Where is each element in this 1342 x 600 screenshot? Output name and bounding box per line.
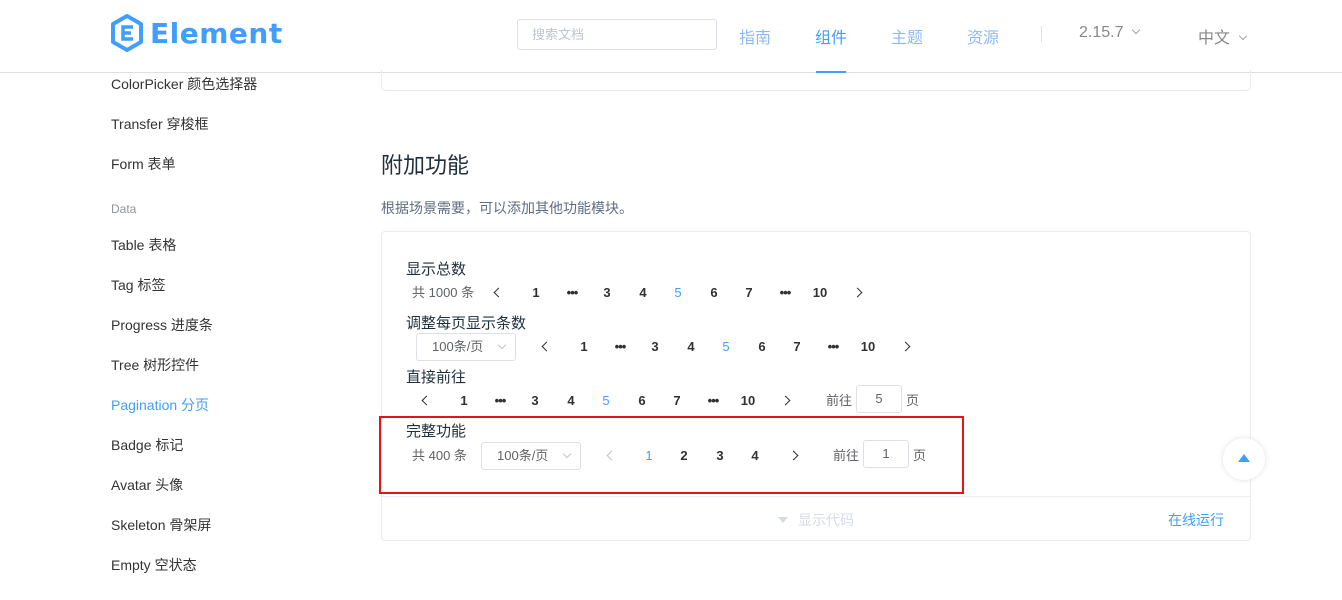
page-number[interactable]: 7 [734, 279, 764, 307]
page-number[interactable]: 1 [569, 333, 599, 361]
page-number-current[interactable]: 5 [663, 279, 693, 307]
demo-title-jumper: 直接前往 [406, 369, 467, 386]
chevron-down-icon [497, 340, 507, 350]
page-number[interactable]: 1 [449, 387, 479, 415]
page-size-value: 100条/页 [432, 339, 484, 354]
sidebar-item-skeleton[interactable]: Skeleton 骨架屏 [111, 515, 211, 535]
pagination-sizes: 100条/页 1 ••• 3 4 5 6 7 ••• 10 [0, 333, 1342, 361]
page-number[interactable]: 6 [699, 279, 729, 307]
prev-page-icon[interactable] [541, 341, 552, 352]
sidebar-item-table[interactable]: Table 表格 [111, 235, 176, 255]
next-page-icon[interactable] [780, 395, 791, 406]
goto-label: 前往 [826, 393, 853, 408]
caret-up-icon [1238, 454, 1250, 462]
page-number[interactable]: 4 [628, 279, 658, 307]
section-description: 根据场景需要，可以添加其他功能模块。 [381, 200, 633, 216]
page-more[interactable]: ••• [605, 333, 635, 361]
chevron-down-icon [1238, 31, 1248, 41]
version-label: 2.15.7 [1079, 24, 1124, 41]
language-select[interactable]: 中文 [1198, 24, 1248, 48]
next-page-icon[interactable] [900, 341, 911, 352]
highlight-box [379, 416, 964, 494]
back-to-top-button[interactable] [1223, 438, 1265, 480]
nav-guide[interactable]: 指南 [739, 24, 771, 48]
page-number[interactable]: 7 [782, 333, 812, 361]
prev-page-icon[interactable] [493, 287, 504, 298]
page-number-current[interactable]: 5 [711, 333, 741, 361]
header-divider [1041, 26, 1042, 42]
page-size-select[interactable]: 100条/页 [416, 333, 516, 361]
sidebar-item-progress[interactable]: Progress 进度条 [111, 315, 213, 335]
page-more[interactable]: ••• [485, 387, 515, 415]
page-number[interactable]: 3 [640, 333, 670, 361]
demo-title-sizes: 调整每页显示条数 [406, 315, 527, 332]
total-count: 共 1000 条 [412, 285, 475, 300]
page-number[interactable]: 3 [520, 387, 550, 415]
language-label: 中文 [1198, 30, 1231, 47]
nav-theme[interactable]: 主题 [891, 24, 923, 48]
top-header: Element 搜索文档 指南 组件 主题 资源 2.15.7 中文 [0, 0, 1342, 73]
version-select[interactable]: 2.15.7 [1079, 24, 1141, 42]
page-more[interactable]: ••• [770, 279, 800, 307]
page-number[interactable]: 10 [853, 333, 883, 361]
page-number[interactable]: 10 [805, 279, 835, 307]
sidebar-group-data: Data [111, 202, 137, 216]
page-number[interactable]: 7 [662, 387, 692, 415]
demo-footer[interactable]: 显示代码 在线运行 [382, 496, 1250, 540]
demo-title-total: 显示总数 [406, 261, 467, 278]
section-title: 附加功能 [381, 153, 470, 178]
page-more[interactable]: ••• [818, 333, 848, 361]
nav-resource[interactable]: 资源 [967, 24, 999, 48]
page-number[interactable]: 6 [747, 333, 777, 361]
demo-card: 显示代码 在线运行 [381, 231, 1251, 541]
logo[interactable]: Element [110, 14, 283, 52]
page-more[interactable]: ••• [698, 387, 728, 415]
prev-page-icon[interactable] [421, 395, 432, 406]
page-number[interactable]: 6 [627, 387, 657, 415]
pagination-jumper: 1 ••• 3 4 5 6 7 ••• 10 前往 5 页 [0, 385, 1342, 415]
sidebar-item-empty[interactable]: Empty 空状态 [111, 555, 197, 575]
page-number[interactable]: 4 [556, 387, 586, 415]
page-number-current[interactable]: 5 [591, 387, 621, 415]
sidebar-item-colorpicker[interactable]: ColorPicker 颜色选择器 [111, 74, 257, 94]
previous-demo-card [381, 70, 1251, 91]
element-logo-icon [111, 14, 143, 52]
show-code-button[interactable]: 显示代码 [382, 510, 1250, 530]
sidebar-item-avatar[interactable]: Avatar 头像 [111, 475, 183, 495]
page-number[interactable]: 10 [733, 387, 763, 415]
page-number[interactable]: 3 [592, 279, 622, 307]
logo-text: Element [150, 16, 283, 50]
search-input[interactable]: 搜索文档 [517, 19, 717, 50]
goto-suffix: 页 [906, 393, 920, 408]
page-more[interactable]: ••• [557, 279, 587, 307]
nav-component[interactable]: 组件 [815, 24, 847, 48]
page-number[interactable]: 1 [521, 279, 551, 307]
next-page-icon[interactable] [852, 287, 863, 298]
pagination-total: 共 1000 条 1 ••• 3 4 5 6 7 ••• 10 [0, 279, 1342, 307]
sidebar-item-form[interactable]: Form 表单 [111, 154, 176, 174]
chevron-down-icon [1132, 25, 1141, 35]
sidebar-item-transfer[interactable]: Transfer 穿梭框 [111, 114, 209, 134]
caret-down-icon [778, 517, 788, 523]
show-code-label: 显示代码 [798, 512, 854, 528]
goto-page-input[interactable]: 5 [856, 385, 902, 413]
run-online-button[interactable]: 在线运行 [1168, 510, 1224, 530]
page-number[interactable]: 4 [676, 333, 706, 361]
